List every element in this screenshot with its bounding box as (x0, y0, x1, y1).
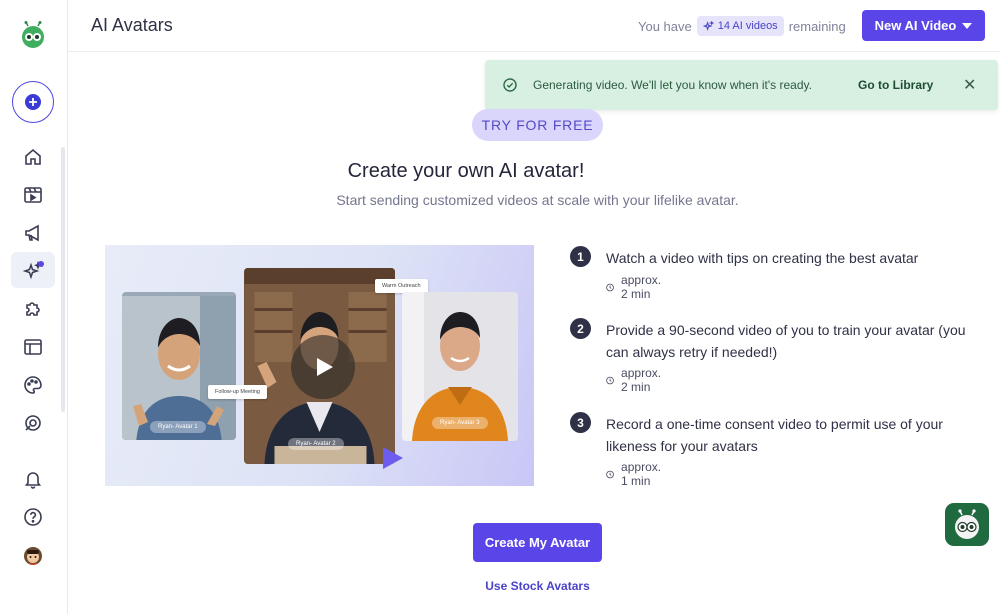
step-text: Provide a 90-second video of you to trai… (606, 322, 966, 360)
support-icon[interactable] (22, 412, 44, 434)
top-header: AI Avatars You have 14 AI videos remaini… (68, 0, 1000, 52)
avatar-card-label: Ryan- Avatar 1 (150, 421, 206, 433)
robot-icon (955, 508, 979, 539)
plus-icon (25, 94, 41, 110)
megaphone-icon[interactable] (22, 222, 44, 244)
create-my-avatar-button[interactable]: Create My Avatar (473, 523, 602, 562)
check-circle-icon (503, 78, 517, 92)
go-to-library-link[interactable]: Go to Library (858, 78, 933, 92)
credits-suffix: remaining (788, 18, 846, 34)
bell-icon[interactable] (22, 468, 44, 490)
outreach-chip: Warm Outreach (375, 279, 428, 293)
palette-icon[interactable] (22, 374, 44, 396)
sparkles-icon[interactable] (22, 260, 44, 282)
step-time: approx. 1 min (606, 460, 666, 488)
new-ai-video-label: New AI Video (874, 18, 957, 33)
step-text: Record a one-time consent video to permi… (606, 416, 943, 454)
try-for-free-badge: TRY FOR FREE (472, 109, 603, 141)
step-text: Watch a video with tips on creating the … (606, 250, 919, 266)
avatar[interactable] (22, 545, 44, 567)
puzzle-icon[interactable] (22, 298, 44, 320)
step-time-label: approx. 2 min (621, 366, 662, 394)
avatar-card-1: Ryan- Avatar 1 (122, 292, 236, 440)
person-image (122, 296, 236, 440)
hero-title-text: Create your own AI avatar! (347, 160, 585, 182)
toast-message: Generating video. We'll let you know whe… (533, 78, 812, 92)
help-icon[interactable] (22, 506, 44, 528)
status-toast: Generating video. We'll let you know whe… (485, 60, 998, 110)
avatar-card-label: Ryan- Avatar 3 (432, 417, 488, 429)
new-ai-video-button[interactable]: New AI Video (862, 10, 985, 41)
step-time: approx. 2 min (606, 366, 666, 394)
credits-prefix: You have (638, 18, 692, 34)
step-time-label: approx. 2 min (621, 273, 662, 301)
chat-assistant-button[interactable] (945, 503, 989, 546)
credits-badge: 14 AI videos (696, 16, 784, 36)
hero-title: Create your own AI avatar! (0, 160, 1000, 183)
sidebar-scrollbar[interactable] (61, 147, 65, 412)
play-icon (317, 358, 333, 376)
avatar-card-label: Ryan- Avatar 2 (288, 438, 344, 450)
caret-down-icon (962, 22, 973, 29)
app-root: AI Avatars You have 14 AI videos remaini… (0, 0, 1000, 614)
credits-badge-label: 14 AI videos (717, 20, 778, 32)
follow-up-chip: Follow-up Meeting (208, 385, 267, 399)
credits-indicator: You have 14 AI videos remaining (638, 16, 846, 36)
play-button[interactable] (291, 335, 355, 399)
create-new-button[interactable] (12, 81, 54, 123)
use-stock-avatars-link[interactable]: Use Stock Avatars (0, 579, 1000, 593)
step-time-label: approx. 1 min (621, 460, 662, 488)
step-number: 3 (570, 412, 591, 433)
step-time: approx. 2 min (606, 273, 666, 301)
step-number: 2 (570, 318, 591, 339)
clock-icon (606, 283, 614, 291)
sidebar (0, 0, 68, 614)
clock-icon (606, 376, 614, 384)
avatar-illustration: Ryan- Avatar 1 Ryan- Avatar 2 Follow-up … (105, 245, 534, 486)
step-number: 1 (570, 246, 591, 267)
layout-icon[interactable] (22, 336, 44, 358)
page-title: AI Avatars (91, 15, 173, 35)
hero-subtitle: Start sending customized videos at scale… (336, 192, 739, 208)
close-icon[interactable]: ✕ (963, 75, 976, 95)
sparkle-icon (702, 20, 714, 31)
cursor-arrow-icon (383, 447, 403, 469)
app-logo[interactable] (19, 21, 47, 49)
avatar-card-3: Ryan- Avatar 3 (402, 292, 518, 441)
clock-icon (606, 470, 614, 478)
